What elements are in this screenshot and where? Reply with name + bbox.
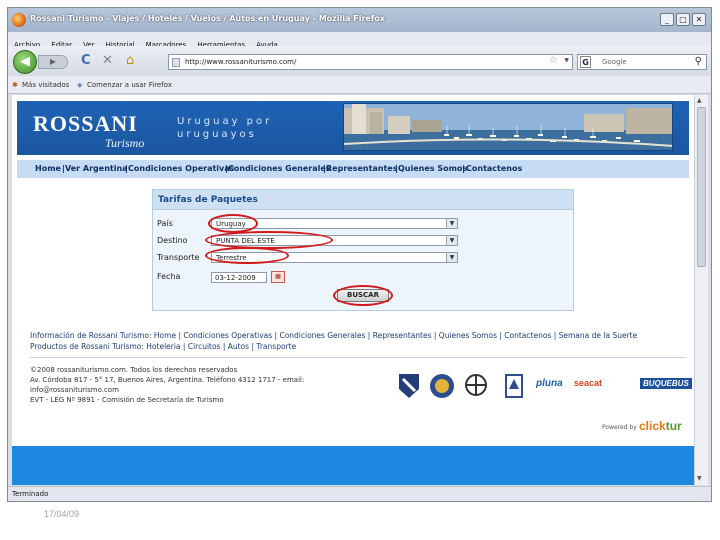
- stop-icon[interactable]: ✕: [102, 54, 113, 68]
- highlight-ring-destino: [205, 231, 333, 249]
- search-icon[interactable]: ⚲: [695, 56, 702, 67]
- page-footer-bar: [12, 446, 694, 485]
- minimize-button[interactable]: _: [660, 13, 674, 26]
- logo-main-text: ROSSANI: [33, 111, 138, 136]
- partner-badge-3: [464, 373, 488, 403]
- search-placeholder: Google: [602, 58, 627, 66]
- window-title: Rossani Turismo - Viajes / Hoteles / Vue…: [30, 14, 385, 23]
- header-harbor-photo: [343, 103, 673, 151]
- highlight-ring-transporte: [205, 247, 289, 264]
- pais-label: País: [157, 219, 173, 228]
- partner-badge-4: [504, 373, 524, 403]
- vertical-scrollbar[interactable]: ▲ ▼: [694, 95, 708, 485]
- page-icon: [172, 58, 180, 67]
- form-title: Tarifas de Paquetes: [158, 195, 258, 205]
- nav-representantes[interactable]: Representantes: [326, 164, 398, 173]
- google-icon: G: [580, 56, 591, 68]
- site-nav-bar: Home | Ver Argentina | Condiciones Opera…: [17, 160, 689, 178]
- email-link[interactable]: info@rossaniturismo.com: [30, 386, 119, 394]
- tagline: Uruguay por uruguayos: [177, 115, 272, 141]
- maximize-button[interactable]: □: [676, 13, 690, 26]
- bookmark-icon: ✱: [12, 81, 18, 89]
- package-rates-form: Tarifas de Paquetes País Uruguay ▼ Desti…: [152, 189, 574, 311]
- site-header-banner: ROSSANI Turismo Uruguay por uruguayos: [17, 101, 689, 155]
- bookmarks-toolbar: ✱ Más visitados ◈ Comenzar a usar Firefo…: [8, 76, 711, 94]
- title-bar: Rossani Turismo - Viajes / Hoteles / Vue…: [8, 8, 711, 32]
- home-icon[interactable]: ⌂: [126, 54, 134, 68]
- chevron-down-icon[interactable]: ▼: [564, 57, 569, 64]
- search-box[interactable]: G Google ⚲: [577, 54, 707, 70]
- reload-icon[interactable]: C: [81, 54, 91, 68]
- status-text: Terminado: [12, 490, 49, 498]
- pluna-logo: pluna: [536, 378, 563, 389]
- slide-date: 17/04/09: [44, 509, 80, 519]
- url-text: http://www.rossaniturismo.com/: [185, 58, 297, 66]
- footer-product-links[interactable]: Productos de Rossani Turismo: Hoteleria …: [30, 342, 296, 351]
- partner-badge-1: [398, 373, 420, 403]
- license-line: EVT - LEG Nº 9891 - Comisión de Secretar…: [30, 396, 224, 404]
- browser-window: Rossani Turismo - Viajes / Hoteles / Vue…: [7, 7, 712, 502]
- bookmark-comenzar[interactable]: Comenzar a usar Firefox: [87, 81, 172, 89]
- clicktur-tur: tur: [665, 419, 682, 433]
- highlight-ring-buscar: [333, 285, 393, 306]
- fecha-input[interactable]: 03-12-2009: [211, 272, 267, 283]
- nav-quienes-somos[interactable]: Quienes Somos: [398, 164, 467, 173]
- destino-label: Destino: [157, 236, 188, 245]
- seacat-logo: seacat: [574, 378, 603, 388]
- calendar-icon[interactable]: ▦: [271, 271, 285, 283]
- forward-button[interactable]: ▶: [38, 55, 68, 69]
- bookmark-icon-2: ◈: [77, 81, 83, 89]
- nav-condiciones-generales[interactable]: Condiciones Generales: [228, 164, 331, 173]
- bookmark-mas-visitados[interactable]: Más visitados: [22, 81, 69, 89]
- page-viewport: ROSSANI Turismo Uruguay por uruguayos Ho…: [12, 95, 694, 485]
- form-header: Tarifas de Paquetes: [153, 190, 573, 210]
- transporte-label: Transporte: [157, 253, 200, 262]
- chevron-down-icon[interactable]: ▼: [446, 219, 457, 228]
- partner-badge-2: [429, 373, 455, 403]
- nav-ver-argentina[interactable]: Ver Argentina: [65, 164, 128, 173]
- rossani-logo[interactable]: ROSSANI Turismo: [27, 107, 162, 151]
- tagline-line1: Uruguay por: [177, 116, 273, 127]
- footer-info-links[interactable]: Información de Rossani Turismo: Home | C…: [30, 331, 637, 340]
- url-bar[interactable]: http://www.rossaniturismo.com/ ☆ ▼: [168, 54, 573, 70]
- copyright-line: ©2008 rossaniturismo.com. Todos los dere…: [30, 366, 238, 374]
- close-button[interactable]: ✕: [692, 13, 706, 26]
- chevron-down-icon[interactable]: ▼: [446, 236, 457, 245]
- clicktur-click: click: [639, 419, 666, 433]
- nav-separator: |: [462, 164, 465, 173]
- scroll-up-icon[interactable]: ▲: [697, 97, 702, 104]
- logo-sub-text: Turismo: [105, 136, 145, 150]
- tagline-line2: uruguayos: [177, 129, 257, 140]
- nav-contactenos[interactable]: Contactenos: [466, 164, 522, 173]
- firefox-logo-icon: [12, 13, 26, 27]
- clicktur-logo[interactable]: clicktur: [639, 419, 682, 433]
- footer-divider: [30, 357, 686, 358]
- menu-bar: Archivo Editar Ver Historial Marcadores …: [8, 32, 711, 49]
- scroll-down-icon[interactable]: ▼: [697, 475, 702, 482]
- fecha-label: Fecha: [157, 272, 181, 281]
- address-line: Av. Córdoba 817 - 5° 17, Buenos Aires, A…: [30, 376, 305, 384]
- scroll-thumb[interactable]: [697, 107, 706, 267]
- highlight-ring-pais: [208, 214, 258, 233]
- nav-condiciones-operativas[interactable]: Condiciones Operativas: [128, 164, 234, 173]
- navigation-toolbar: ◀ ▶ C ✕ ⌂ http://www.rossaniturismo.com/…: [8, 46, 711, 76]
- back-button[interactable]: ◀: [13, 50, 37, 74]
- status-bar: Terminado: [8, 486, 711, 501]
- buquebus-logo: BUQUEBUS: [640, 378, 692, 389]
- fecha-value: 03-12-2009: [215, 274, 256, 282]
- chevron-down-icon[interactable]: ▼: [446, 253, 457, 262]
- powered-by-label: Powered by: [602, 424, 637, 431]
- bookmark-star-icon[interactable]: ☆: [549, 55, 558, 66]
- nav-home[interactable]: Home: [35, 164, 61, 173]
